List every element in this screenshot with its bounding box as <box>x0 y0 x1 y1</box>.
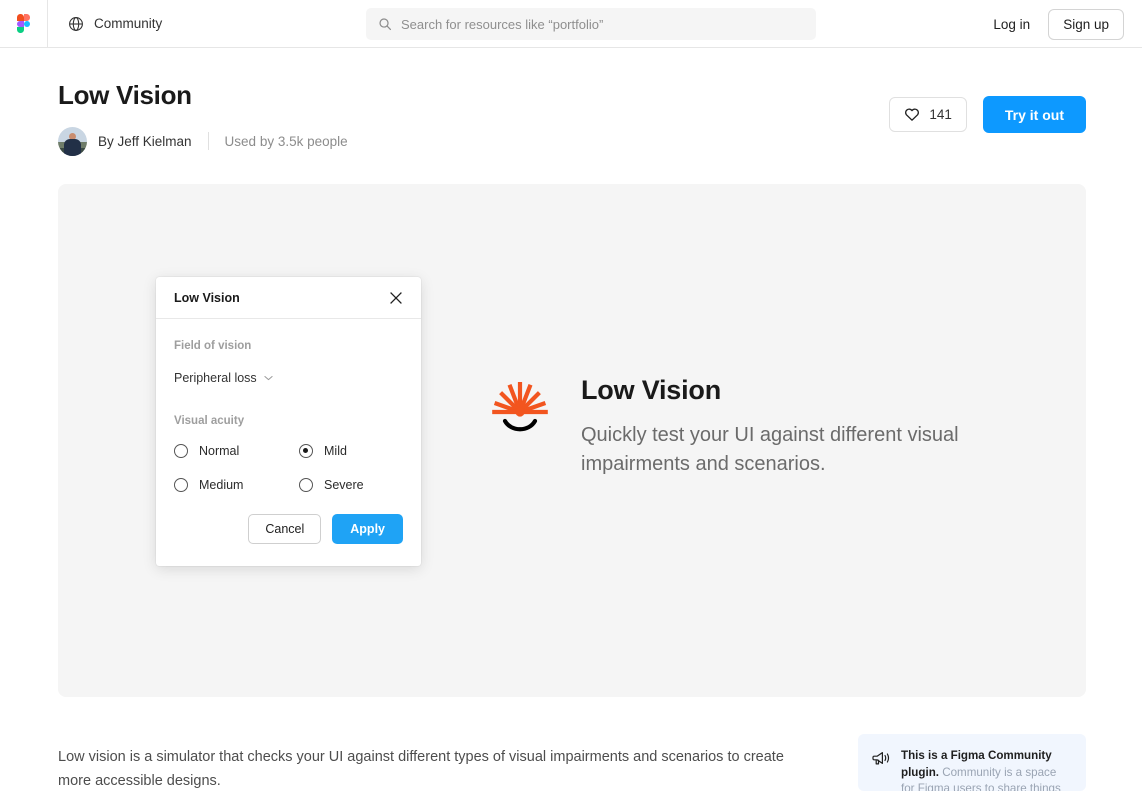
hero-text: Low Vision Quickly test your UI against … <box>581 373 971 479</box>
megaphone-icon <box>872 752 890 765</box>
top-navigation-bar: Community Log in Sign up <box>0 0 1142 48</box>
radio-option-medium[interactable]: Medium <box>174 478 299 492</box>
author-link[interactable]: By Jeff Kielman <box>98 134 192 149</box>
radio-circle-icon <box>299 478 313 492</box>
visual-acuity-label: Visual acuity <box>174 415 245 427</box>
dialog-close-button[interactable] <box>383 285 409 311</box>
cancel-button[interactable]: Cancel <box>248 514 322 544</box>
dialog-header: Low Vision <box>156 277 421 319</box>
search-bar[interactable] <box>366 8 816 40</box>
radio-label: Medium <box>199 478 244 492</box>
close-icon <box>390 291 402 304</box>
hero-block: Low Vision Quickly test your UI against … <box>489 373 971 479</box>
radio-option-normal[interactable]: Normal <box>174 444 299 458</box>
field-of-vision-label: Field of vision <box>174 340 252 352</box>
search-input[interactable] <box>401 9 804 39</box>
field-of-vision-value: Peripheral loss <box>174 371 257 385</box>
heart-icon <box>905 108 920 121</box>
radio-label: Normal <box>199 444 240 458</box>
avatar[interactable] <box>58 126 87 156</box>
nav-community[interactable]: Community <box>48 0 162 48</box>
apply-button[interactable]: Apply <box>332 514 403 544</box>
radio-option-mild[interactable]: Mild <box>299 444 403 458</box>
callout-text: This is a Figma Community plugin. Commun… <box>901 748 1072 791</box>
dialog-title: Low Vision <box>174 290 240 305</box>
radio-label: Severe <box>324 478 364 492</box>
field-of-vision-dropdown[interactable]: Peripheral loss <box>174 371 273 385</box>
plugin-description: Low vision is a simulator that checks yo… <box>58 748 784 789</box>
like-count: 141 <box>929 107 952 122</box>
hero-title: Low Vision <box>581 375 722 405</box>
radio-circle-icon <box>174 444 188 458</box>
low-vision-sunburst-icon <box>492 382 548 432</box>
radio-circle-selected-icon <box>299 444 313 458</box>
plugin-preview-canvas: Low Vision Quickly test your UI against … <box>58 184 1086 697</box>
try-it-out-button[interactable]: Try it out <box>982 96 1086 133</box>
chevron-down-icon <box>264 375 273 381</box>
figma-logo-icon <box>17 14 30 33</box>
plugin-dialog: Low Vision Field of vision Peripheral lo… <box>156 277 421 566</box>
community-info-callout: This is a Figma Community plugin. Commun… <box>858 734 1086 791</box>
login-link[interactable]: Log in <box>993 17 1030 32</box>
dialog-actions: Cancel Apply <box>156 514 421 566</box>
page-header: Low Vision By Jeff Kielman Used by 3.5k … <box>58 78 1086 156</box>
byline-divider <box>207 132 209 150</box>
radio-circle-icon <box>174 478 188 492</box>
usage-count: Used by 3.5k people <box>224 133 348 149</box>
header-actions: 141 Try it out <box>889 96 1086 133</box>
radio-option-severe[interactable]: Severe <box>299 478 403 492</box>
search-icon <box>379 18 392 31</box>
globe-icon <box>69 16 83 31</box>
hero-subtitle: Quickly test your UI against different v… <box>581 424 959 475</box>
like-button[interactable]: 141 <box>889 97 967 132</box>
figma-home-link[interactable] <box>0 0 48 47</box>
nav-community-label: Community <box>94 16 163 31</box>
visual-acuity-radio-group: Normal Mild Medium Severe <box>174 444 403 514</box>
signup-button[interactable]: Sign up <box>1048 8 1124 40</box>
radio-label: Mild <box>324 444 347 458</box>
dialog-body: Field of vision Peripheral loss Visual a… <box>156 319 421 514</box>
auth-actions: Log in Sign up <box>993 0 1124 48</box>
